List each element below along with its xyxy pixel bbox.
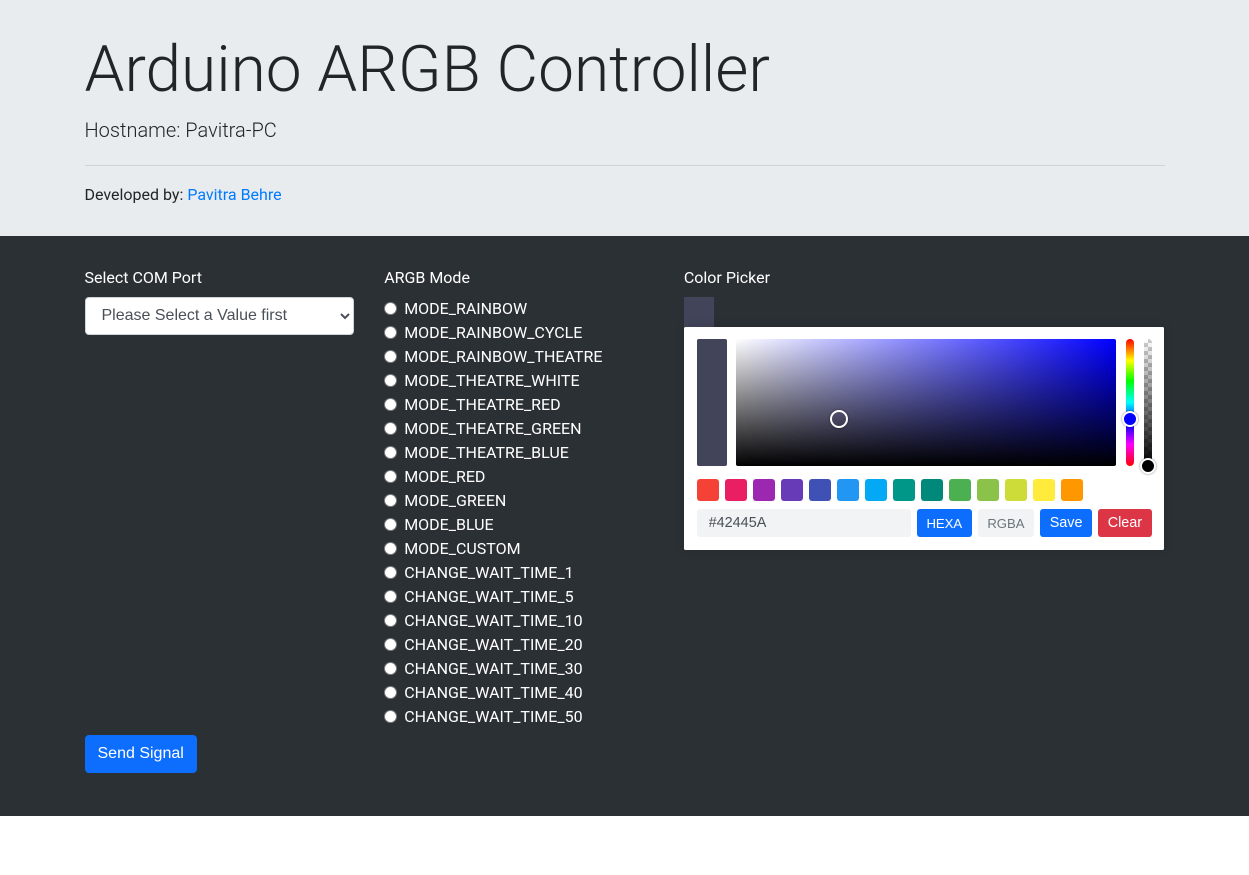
mode-label: CHANGE_WAIT_TIME_1 bbox=[404, 561, 573, 585]
picker-palette[interactable] bbox=[736, 339, 1116, 466]
mode-radio[interactable] bbox=[384, 686, 397, 699]
hostname-text: Hostname: Pavitra-PC bbox=[85, 118, 1165, 142]
opacity-thumb[interactable] bbox=[1140, 458, 1156, 474]
mode-radio[interactable] bbox=[384, 518, 397, 531]
swatch[interactable] bbox=[893, 479, 915, 501]
mode-item: CHANGE_WAIT_TIME_20 bbox=[384, 633, 654, 657]
mode-item: MODE_THEATRE_WHITE bbox=[384, 369, 654, 393]
mode-radio[interactable] bbox=[384, 662, 397, 675]
mode-item: CHANGE_WAIT_TIME_1 bbox=[384, 561, 654, 585]
picker-save-button[interactable]: Save bbox=[1040, 509, 1092, 537]
swatch[interactable] bbox=[1033, 479, 1055, 501]
mode-item: MODE_CUSTOM bbox=[384, 537, 654, 561]
swatch[interactable] bbox=[837, 479, 859, 501]
picker-label: Color Picker bbox=[684, 268, 1165, 287]
swatch[interactable] bbox=[1005, 479, 1027, 501]
mode-radio[interactable] bbox=[384, 350, 397, 363]
mode-item: MODE_BLUE bbox=[384, 513, 654, 537]
divider bbox=[85, 165, 1165, 166]
mode-item: MODE_RAINBOW_CYCLE bbox=[384, 321, 654, 345]
swatch[interactable] bbox=[949, 479, 971, 501]
mode-radio[interactable] bbox=[384, 446, 397, 459]
mode-radio[interactable] bbox=[384, 638, 397, 651]
hue-slider[interactable] bbox=[1126, 339, 1134, 466]
mode-radio[interactable] bbox=[384, 302, 397, 315]
mode-label: CHANGE_WAIT_TIME_50 bbox=[404, 705, 582, 729]
picker-clear-button[interactable]: Clear bbox=[1098, 509, 1152, 537]
comport-label: Select COM Port bbox=[85, 268, 355, 287]
mode-radio[interactable] bbox=[384, 542, 397, 555]
dev-prefix: Developed by: bbox=[85, 185, 188, 204]
mode-radio[interactable] bbox=[384, 422, 397, 435]
mode-radio[interactable] bbox=[384, 566, 397, 579]
swatch[interactable] bbox=[697, 479, 719, 501]
mode-label: MODE_RAINBOW bbox=[404, 297, 527, 321]
palette-cursor[interactable] bbox=[830, 410, 848, 428]
mode-label: MODE_GREEN bbox=[404, 489, 506, 513]
page-title: Arduino ARGB Controller bbox=[85, 32, 1165, 109]
mode-radio[interactable] bbox=[384, 470, 397, 483]
mode-item: MODE_THEATRE_BLUE bbox=[384, 441, 654, 465]
send-signal-button[interactable]: Send Signal bbox=[85, 735, 197, 773]
swatch[interactable] bbox=[865, 479, 887, 501]
mode-label: CHANGE_WAIT_TIME_5 bbox=[404, 585, 573, 609]
color-picker-popup: HEXA RGBA Save Clear bbox=[684, 327, 1165, 550]
mode-label: MODE_RAINBOW_CYCLE bbox=[404, 321, 582, 345]
mode-radio[interactable] bbox=[384, 398, 397, 411]
swatch[interactable] bbox=[977, 479, 999, 501]
swatch[interactable] bbox=[781, 479, 803, 501]
developed-by: Developed by: Pavitra Behre bbox=[85, 185, 1165, 204]
mode-radio[interactable] bbox=[384, 326, 397, 339]
mode-radio[interactable] bbox=[384, 710, 397, 723]
mode-label: MODE_THEATRE_BLUE bbox=[404, 441, 569, 465]
mode-label: CHANGE_WAIT_TIME_20 bbox=[404, 633, 582, 657]
mode-radio[interactable] bbox=[384, 590, 397, 603]
picker-type-hexa[interactable]: HEXA bbox=[917, 509, 972, 537]
mode-label: MODE_THEATRE_WHITE bbox=[404, 369, 579, 393]
hue-thumb[interactable] bbox=[1122, 411, 1138, 427]
mode-item: MODE_RAINBOW_THEATRE bbox=[384, 345, 654, 369]
mode-label: CHANGE_WAIT_TIME_40 bbox=[404, 681, 582, 705]
mode-item: CHANGE_WAIT_TIME_40 bbox=[384, 681, 654, 705]
mode-label: MODE_THEATRE_GREEN bbox=[404, 417, 581, 441]
mode-label: CHANGE_WAIT_TIME_10 bbox=[404, 609, 582, 633]
mode-item: MODE_THEATRE_RED bbox=[384, 393, 654, 417]
mode-label: MODE_THEATRE_RED bbox=[404, 393, 560, 417]
modes-label: ARGB Mode bbox=[384, 268, 654, 287]
mode-item: CHANGE_WAIT_TIME_5 bbox=[384, 585, 654, 609]
mode-item: MODE_RAINBOW bbox=[384, 297, 654, 321]
mode-item: MODE_THEATRE_GREEN bbox=[384, 417, 654, 441]
modes-list: MODE_RAINBOWMODE_RAINBOW_CYCLEMODE_RAINB… bbox=[384, 297, 654, 729]
mode-item: CHANGE_WAIT_TIME_30 bbox=[384, 657, 654, 681]
picker-result-input[interactable] bbox=[697, 509, 911, 537]
swatch[interactable] bbox=[753, 479, 775, 501]
mode-radio[interactable] bbox=[384, 494, 397, 507]
mode-item: MODE_GREEN bbox=[384, 489, 654, 513]
comport-select[interactable]: Please Select a Value first bbox=[85, 297, 355, 335]
mode-label: MODE_BLUE bbox=[404, 513, 493, 537]
picker-swatches bbox=[697, 479, 1152, 501]
developer-link[interactable]: Pavitra Behre bbox=[187, 185, 281, 204]
mode-label: MODE_CUSTOM bbox=[404, 537, 520, 561]
mode-item: CHANGE_WAIT_TIME_10 bbox=[384, 609, 654, 633]
jumbotron: Arduino ARGB Controller Hostname: Pavitr… bbox=[0, 0, 1249, 236]
swatch[interactable] bbox=[809, 479, 831, 501]
mode-label: MODE_RAINBOW_THEATRE bbox=[404, 345, 602, 369]
mode-label: CHANGE_WAIT_TIME_30 bbox=[404, 657, 582, 681]
opacity-slider[interactable] bbox=[1144, 339, 1152, 466]
mode-radio[interactable] bbox=[384, 374, 397, 387]
picker-type-rgba[interactable]: RGBA bbox=[978, 509, 1034, 537]
picker-current-swatch[interactable] bbox=[684, 297, 714, 327]
swatch[interactable] bbox=[725, 479, 747, 501]
swatch[interactable] bbox=[921, 479, 943, 501]
mode-radio[interactable] bbox=[384, 614, 397, 627]
mode-item: CHANGE_WAIT_TIME_50 bbox=[384, 705, 654, 729]
picker-preview bbox=[697, 339, 727, 466]
main-panel: Select COM Port Please Select a Value fi… bbox=[0, 236, 1249, 816]
swatch[interactable] bbox=[1061, 479, 1083, 501]
mode-item: MODE_RED bbox=[384, 465, 654, 489]
mode-label: MODE_RED bbox=[404, 465, 485, 489]
